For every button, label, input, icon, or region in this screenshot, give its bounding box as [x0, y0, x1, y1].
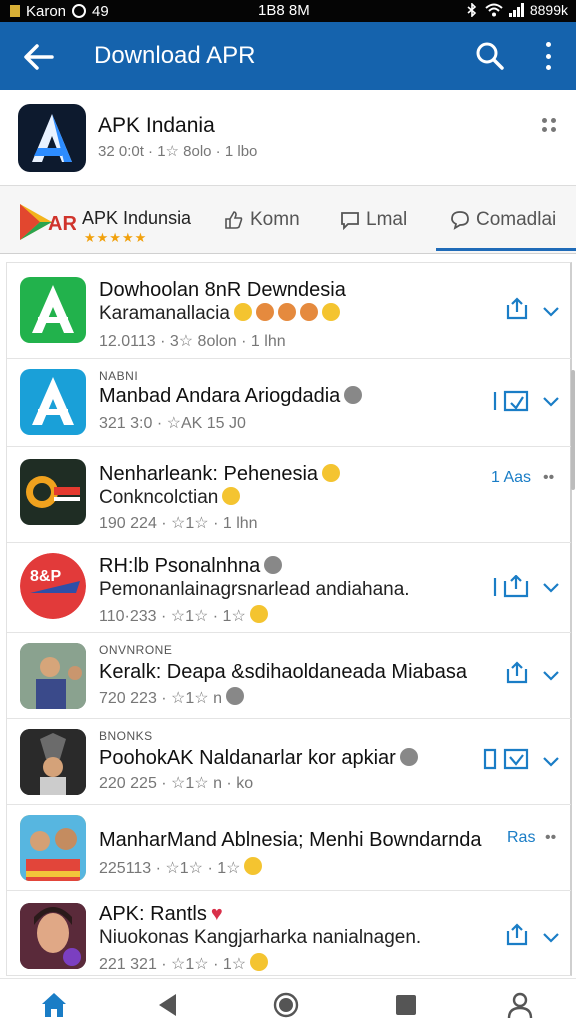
tab-comadlai[interactable]: Comadlai	[450, 208, 556, 232]
notification-icon	[10, 5, 20, 17]
list-item[interactable]: 8&P RH:lb Psonalnhna Pemonanlainagrsnarl…	[7, 543, 571, 633]
item-title: ManharMand Ablnesia; Menhi Bowndarnda	[99, 829, 482, 851]
share-icon[interactable]	[505, 297, 529, 321]
home-circle-icon[interactable]	[272, 991, 300, 1019]
more-dots-icon[interactable]: ••	[545, 829, 556, 847]
app-logo	[18, 104, 86, 172]
list-item[interactable]: NABNI Manbad Andara Ariogdadia 321 3:0 ·…	[7, 359, 571, 447]
item-title: Nenharleank: Pehenesia	[99, 463, 341, 486]
item-subtitle: Pemonanlainagrsnarlead andiahana.	[99, 579, 410, 600]
install-icon[interactable]	[483, 747, 531, 771]
install-icon[interactable]	[493, 389, 531, 413]
item-title: Keralk: Deapa &sdihaoldaneada Miabasa	[99, 661, 468, 683]
game-icon	[20, 459, 86, 525]
tab-label: Lmal	[366, 209, 408, 230]
movie-icon	[20, 729, 86, 795]
status-extra: 49	[92, 2, 109, 20]
red-app-icon: 8&P	[20, 553, 86, 619]
item-subtitle: Conkncolctian	[99, 487, 241, 509]
list-item[interactable]: BNONKS PoohokAK Naldanarlar kor apkiar 2…	[7, 719, 571, 805]
group-icon	[20, 815, 86, 881]
portrait-icon	[20, 903, 86, 969]
item-meta: 12.0113 · 3☆ 8olon · 1 lhn	[99, 333, 286, 350]
item-meta: 225113 · ☆1☆ · 1☆	[99, 857, 263, 878]
apk-green-icon	[20, 277, 86, 343]
bluetooth-icon	[467, 3, 477, 17]
install-label[interactable]: Ras	[507, 829, 535, 847]
item-title: RH:lb Psonalnhna	[99, 555, 283, 578]
tab-label: Komn	[250, 209, 300, 230]
list-item[interactable]: ONVNRONE Keralk: Deapa &sdihaoldaneada M…	[7, 633, 571, 719]
page-title: Download APR	[94, 42, 256, 69]
brand-logo-icon: AR	[20, 204, 76, 240]
item-meta: 220 225 · ☆1☆ n · ko	[99, 775, 254, 792]
svg-text:AR: AR	[48, 213, 76, 235]
install-icon[interactable]	[493, 575, 531, 599]
apk-blue-icon	[20, 369, 86, 435]
signal-icon	[508, 3, 524, 17]
list-item[interactable]: ManharMand Ablnesia; Menhi Bowndarnda 22…	[7, 805, 571, 891]
photo-icon	[20, 643, 86, 709]
item-meta: 720 223 · ☆1☆ n	[99, 687, 244, 708]
item-title: Manbad Andara Ariogdadia	[99, 385, 363, 408]
chevron-down-icon[interactable]	[543, 757, 559, 767]
list-item[interactable]: APK: Rantls ♥ Niuokonas Kangjarharka nani…	[7, 891, 571, 977]
battery-label: 8899k	[529, 2, 568, 18]
wifi-icon	[485, 3, 503, 17]
comment-icon	[451, 211, 469, 230]
chevron-down-icon[interactable]	[543, 397, 559, 407]
more-options-icon[interactable]	[538, 42, 558, 70]
search-icon[interactable]	[474, 40, 506, 72]
carrier-label: Karon	[26, 2, 67, 20]
clock: 1B8 8M	[258, 2, 310, 19]
scrollbar[interactable]	[571, 370, 575, 490]
tab-lmal[interactable]: Lmal	[340, 208, 407, 232]
thumb-up-icon	[225, 211, 243, 229]
chevron-down-icon[interactable]	[543, 671, 559, 681]
item-meta: 221 321 · ☆1☆ · 1☆	[99, 953, 269, 974]
chat-icon	[341, 212, 359, 230]
item-subtitle: Karamanallacia	[99, 303, 340, 325]
status-bar: Karon 49 1B8 8M 8899k	[0, 0, 576, 22]
item-title: PoohokAK Naldanarlar kor apkiar	[99, 747, 418, 770]
more-dots-icon[interactable]: ••	[543, 469, 554, 487]
app-name: APK Indania	[98, 114, 215, 137]
back-arrow-icon[interactable]	[22, 40, 56, 74]
list-item[interactable]: Dowhoolan 8nR Dewndesia Karamanallacia 1…	[7, 263, 571, 359]
item-meta: 321 3:0 · ☆AK 15 J0	[99, 415, 246, 432]
tab-komn[interactable]: Komn	[224, 208, 300, 232]
item-category: NABNI	[99, 369, 139, 383]
item-meta: 190 224 · ☆1☆ · 1 lhn	[99, 515, 258, 532]
app-list: Dowhoolan 8nR Dewndesia Karamanallacia 1…	[6, 262, 572, 976]
item-subtitle: Niuokonas Kangjarharka nanialnagen.	[99, 927, 422, 948]
chevron-down-icon[interactable]	[543, 583, 559, 593]
app-meta: 32 0:0t · 1☆ 8olo · 1 lbo	[98, 143, 258, 160]
list-item[interactable]: Nenharleank: Pehenesia Conkncolctian 190…	[7, 447, 571, 543]
item-title: APK: Rantls ♥	[99, 903, 223, 925]
bottom-nav	[0, 978, 576, 1024]
rating-stars: ★★★★★	[84, 230, 148, 245]
install-label[interactable]: 1 Aas	[491, 469, 531, 487]
item-category: ONVNRONE	[99, 643, 173, 657]
brand-name: APK Indunsia	[82, 208, 192, 228]
recents-icon[interactable]	[392, 991, 420, 1019]
item-title: Dowhoolan 8nR Dewndesia	[99, 279, 346, 301]
share-icon[interactable]	[505, 661, 529, 685]
item-category: BNONKS	[99, 729, 153, 743]
app-header: APK Indania 32 0:0t · 1☆ 8olo · 1 lbo	[0, 90, 576, 186]
profile-icon[interactable]	[506, 991, 534, 1019]
tab-label: Comadlai	[476, 209, 557, 230]
share-icon[interactable]	[505, 923, 529, 947]
back-triangle-icon[interactable]	[154, 991, 182, 1019]
tab-bar: AR APK Indunsia ★★★★★ Komn Lmal Comadlai	[0, 186, 576, 254]
svg-text:8&P: 8&P	[30, 568, 61, 585]
chevron-down-icon[interactable]	[543, 307, 559, 317]
sync-icon	[72, 4, 87, 18]
app-bar: Download APR	[0, 22, 576, 90]
item-meta: 110·233 · ☆1☆ · 1☆	[99, 605, 268, 626]
chevron-down-icon[interactable]	[543, 933, 559, 943]
active-tab-indicator	[436, 248, 576, 251]
home-icon[interactable]	[40, 991, 68, 1019]
grip-icon[interactable]	[542, 118, 556, 132]
